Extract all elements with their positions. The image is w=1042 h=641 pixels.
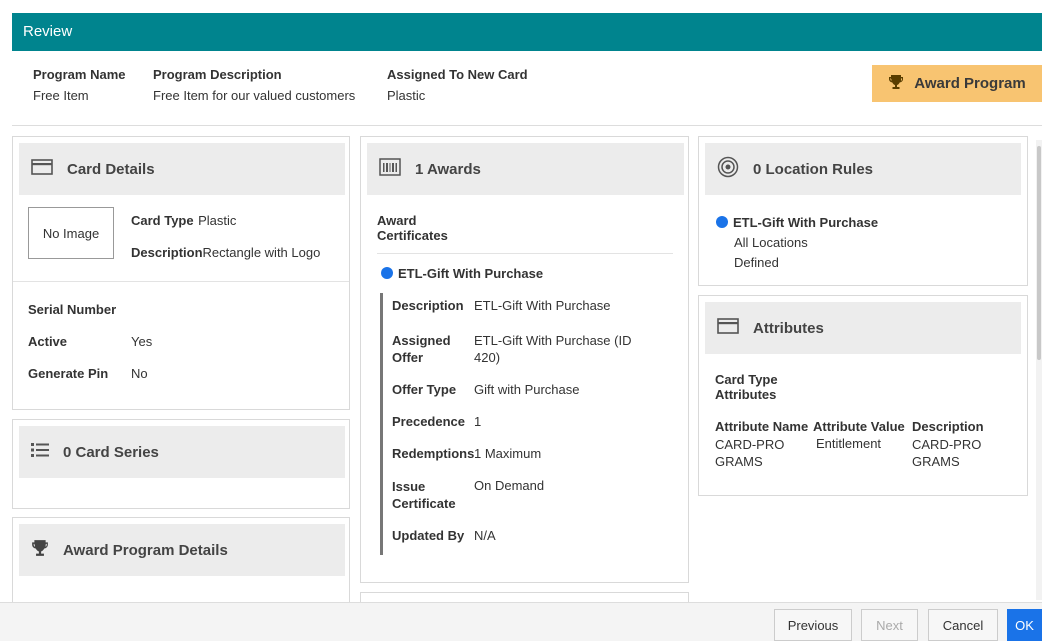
assigned-card-value: Plastic [387,88,426,103]
card-details-header: Card Details [19,143,345,195]
issue-certificate-value: On Demand [474,478,545,493]
no-image-text: No Image [42,225,100,241]
location-rules-header: 0 Location Rules [705,143,1021,195]
program-name-value: Free Item [33,88,89,103]
location-rule-name: ETL-Gift With Purchase [733,215,879,230]
award-program-details-header: Award Program Details [19,524,345,576]
generate-pin-value: No [131,366,148,381]
card-description-label: Description [131,245,203,260]
card-type-value: Plastic [198,213,237,228]
program-description-label: Program Description [153,67,282,82]
card-series-title: 0 Card Series [63,443,159,461]
attributes-panel: Attributes Card Type Attributes Attribut… [698,295,1028,496]
award-program-button[interactable]: Award Program [872,65,1042,102]
awards-panel: 1 Awards Award Certificates ETL-Gift Wit… [360,136,689,583]
redemptions-label: Redemptions [392,446,475,461]
awards-title: 1 Awards [415,160,481,178]
cancel-button[interactable]: Cancel [928,609,998,641]
next-button[interactable]: Next [861,609,918,641]
divider [13,281,349,282]
award-item: ETL-Gift With Purchase [381,266,543,281]
award-item-name: ETL-Gift With Purchase [398,266,544,281]
assigned-card-label: Assigned To New Card [387,67,528,82]
precedence-value: 1 [474,414,482,429]
program-name-label: Program Name [33,67,126,82]
assigned-card-field: Assigned To New Card Plastic [387,67,528,103]
issue-certificate-label: Issue Certificate [392,479,456,511]
card-image-placeholder: No Image [28,207,114,259]
card-type-row: Card Type Plastic [131,212,236,230]
card-description-value: Rectangle with Logo [202,245,321,260]
list-icon [31,442,49,462]
award-description-value: ETL-Gift With Purchase [474,298,611,313]
card-details-title: Card Details [67,160,155,178]
location-rules-panel: 0 Location Rules ETL-Gift With Purchase … [698,136,1028,286]
attribute-value-cell: Entitlement [816,436,882,451]
offer-type-value: Gift with Purchase [474,382,580,397]
award-detail-rule [380,293,383,555]
target-icon [717,156,739,182]
bullet-icon [381,267,393,279]
card-series-header: 0 Card Series [19,426,345,478]
awards-section-line2: Certificates [377,228,448,243]
location-rule-scope: All Locations [734,235,808,250]
scrollbar-thumb[interactable] [1037,146,1041,360]
bullet-icon [716,216,728,228]
program-summary: Program Name Free Item Program Descripti… [12,51,1042,126]
barcode-icon [379,158,401,180]
precedence-label: Precedence [392,414,465,429]
trophy-icon [31,539,49,561]
attributes-title: Attributes [753,319,824,337]
card-details-panel: Card Details No Image Card Type Plastic … [12,136,350,410]
location-rule-item: ETL-Gift With Purchase [716,215,878,230]
program-description-value: Free Item for our valued customers [153,88,356,103]
card-icon [31,159,53,179]
page-title: Review [23,23,73,40]
assigned-offer-value: ETL-Gift With Purchase (ID 420) [474,333,632,365]
attributes-header: Attributes [705,302,1021,354]
divider [377,253,673,254]
attribute-description-cell: CARD-PROGRAMS [912,437,982,469]
attribute-description-header: Description [912,419,984,434]
attributes-section-line2: Attributes [715,387,777,402]
card-type-label: Card Type [131,213,194,228]
card-description-row: DescriptionRectangle with Logo [131,244,320,262]
active-value: Yes [131,334,153,349]
active-label: Active [28,334,68,349]
attribute-name-header: Attribute Name [715,419,809,434]
awards-section-line1: Award [377,213,417,228]
award-program-details-title: Award Program Details [63,541,228,559]
attribute-value-header: Attribute Value [813,419,905,434]
updated-by-value: N/A [474,528,496,543]
updated-by-label: Updated By [392,528,465,543]
program-description-field: Program Description Free Item for our va… [153,67,355,103]
program-name-field: Program Name Free Item [33,67,125,103]
card-icon [717,318,739,338]
ok-button[interactable]: OK [1007,609,1042,641]
assigned-offer-label: Assigned Offer [392,333,451,365]
card-series-panel: 0 Card Series [12,419,350,509]
serial-number-label: Serial Number [28,302,117,317]
footer-bar: Previous Next Cancel OK [0,602,1042,641]
trophy-icon [888,74,904,94]
review-header: Review [12,13,1042,51]
award-description-label: Description [392,298,464,313]
location-rule-status: Defined [734,255,779,270]
award-program-label: Award Program [914,75,1026,92]
previous-button[interactable]: Previous [774,609,852,641]
attribute-name-cell: CARD-PROGRAMS [715,437,785,469]
location-rules-title: 0 Location Rules [753,160,874,178]
attributes-section-line1: Card Type [715,372,778,387]
attributes-section-label: Card Type Attributes [715,372,778,402]
awards-header: 1 Awards [367,143,684,195]
redemptions-value: 1 Maximum [474,446,542,461]
generate-pin-label: Generate Pin [28,366,109,381]
offer-type-label: Offer Type [392,382,457,397]
awards-section-label: Award Certificates [377,213,448,243]
